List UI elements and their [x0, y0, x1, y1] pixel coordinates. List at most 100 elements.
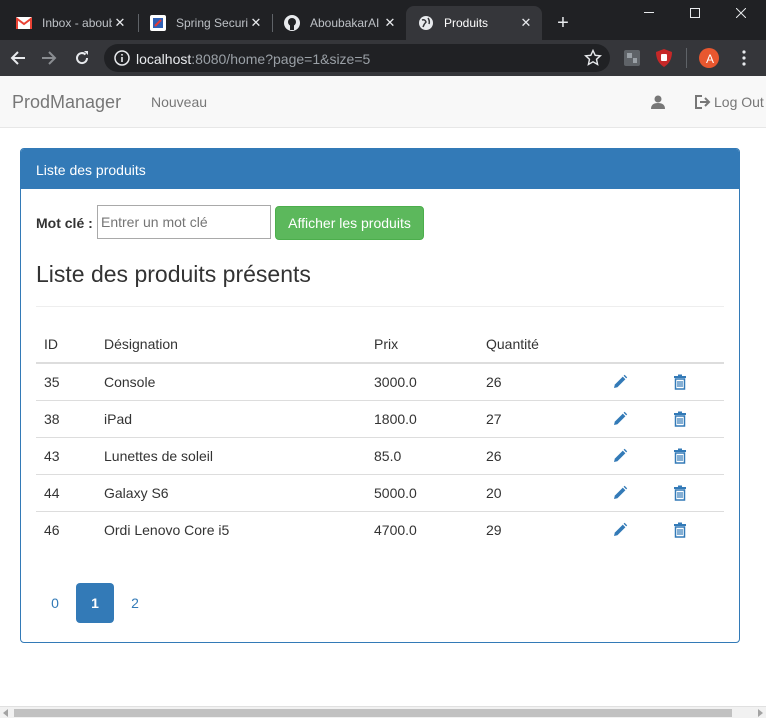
keyword-label: Mot clé : — [36, 215, 93, 231]
horizontal-scrollbar[interactable] — [0, 706, 766, 718]
browser-toolbar: localhost:8080/home?page=1&size=5 A — [0, 40, 766, 76]
edit-cell — [604, 437, 664, 475]
pencil-icon[interactable] — [612, 411, 628, 427]
delete-cell — [664, 437, 724, 475]
cell-prix: 4700.0 — [374, 521, 417, 538]
gmail-icon — [16, 15, 32, 31]
browser-menu-button[interactable] — [734, 48, 754, 68]
nav-link-nouveau[interactable]: Nouveau — [151, 94, 207, 110]
browser-tab-github[interactable]: AboubakarAI ✕ — [272, 6, 406, 40]
browser-tab-title: AboubakarAI — [310, 16, 380, 30]
window-close-button[interactable] — [718, 0, 764, 26]
cell-id: 38 — [36, 400, 96, 438]
minimize-button[interactable] — [626, 0, 672, 26]
cell-quantite: 26 — [478, 363, 604, 401]
more-vert-icon — [742, 50, 746, 66]
pagination: 0 1 2 — [36, 583, 156, 623]
cell-prix: 1800.0 — [366, 400, 478, 438]
trash-icon[interactable] — [672, 411, 688, 427]
trash-icon[interactable] — [672, 448, 688, 464]
cell-id: 43 — [36, 437, 96, 475]
header-prix: Prix — [366, 326, 478, 364]
github-icon — [284, 15, 300, 31]
address-bar[interactable]: localhost:8080/home?page=1&size=5 — [104, 44, 610, 72]
trash-icon[interactable] — [672, 374, 688, 391]
scroll-right-arrow-icon[interactable] — [758, 709, 763, 717]
pencil-icon[interactable] — [612, 522, 628, 538]
delete-cell — [664, 474, 724, 512]
products-panel: Liste des produits Mot clé : Afficher le… — [20, 148, 740, 643]
cell-prix: 3000.0 — [366, 363, 478, 401]
browser-tab-inbox[interactable]: Inbox - aboubakar ✕ — [4, 6, 136, 40]
app-navbar: ProdManager Nouveau Log Out — [0, 76, 766, 128]
cell-designation: Lunettes de soleil — [96, 437, 366, 475]
trash-icon[interactable] — [672, 522, 688, 539]
reload-button[interactable] — [70, 46, 94, 70]
info-icon[interactable] — [114, 50, 130, 66]
globe-icon — [418, 15, 434, 31]
page-link-2[interactable]: 2 — [116, 583, 154, 623]
scrollbar-thumb[interactable] — [14, 709, 732, 717]
delete-cell — [664, 363, 724, 401]
browser-tab-produits[interactable]: Produits ✕ — [406, 6, 542, 40]
table-header-row: ID Désignation Prix Quantité — [36, 326, 724, 364]
browser-tab-spring-security[interactable]: Spring Security ✕ — [138, 6, 272, 40]
cell-quantite: 29 — [486, 521, 502, 538]
close-icon[interactable]: ✕ — [248, 15, 264, 31]
pencil-icon[interactable] — [612, 448, 628, 464]
new-tab-button[interactable]: + — [552, 12, 574, 34]
reload-icon — [76, 51, 89, 65]
panel-heading: Liste des produits — [21, 149, 739, 189]
browser-tab-title: Inbox - aboubakar — [42, 16, 112, 30]
delete-cell — [664, 400, 724, 438]
extension-icon[interactable] — [622, 48, 642, 68]
spring-security-icon — [150, 15, 166, 31]
edit-cell — [604, 511, 664, 548]
close-icon[interactable]: ✕ — [382, 15, 398, 31]
page-link-1[interactable]: 1 — [76, 583, 114, 623]
cell-quantite: 20 — [478, 474, 604, 512]
close-icon[interactable]: ✕ — [112, 15, 128, 31]
divider — [36, 306, 724, 307]
browser-tabstrip: Inbox - aboubakar ✕ Spring Security ✕ Ab… — [0, 0, 766, 40]
pencil-icon[interactable] — [612, 374, 628, 390]
browser-tab-title: Spring Security — [176, 16, 248, 30]
table-row: 46 Ordi Lenovo Core i5 4700.0 29 — [36, 511, 724, 548]
maximize-button[interactable] — [672, 0, 718, 26]
back-button[interactable] — [6, 46, 30, 70]
cell-prix: 85.0 — [366, 437, 478, 475]
section-title: Liste des produits présents — [36, 261, 311, 287]
page-link-0[interactable]: 0 — [36, 583, 74, 623]
user-icon[interactable] — [650, 94, 666, 110]
profile-avatar[interactable]: A — [699, 48, 719, 68]
cell-quantite: 26 — [478, 437, 604, 475]
brand-link[interactable]: ProdManager — [12, 92, 121, 113]
close-icon[interactable]: ✕ — [518, 15, 534, 31]
cell-designation: iPad — [96, 400, 366, 438]
table-row: 43 Lunettes de soleil 85.0 26 — [36, 437, 724, 475]
table-row: 44 Galaxy S6 5000.0 20 — [36, 474, 724, 512]
logout-link[interactable]: Log Out — [695, 94, 764, 110]
arrow-left-icon — [10, 51, 25, 65]
browser-tab-title: Produits — [444, 16, 489, 30]
toolbar-divider — [686, 48, 688, 68]
scroll-left-arrow-icon[interactable] — [3, 709, 8, 717]
arrow-right-icon — [42, 51, 57, 65]
bookmark-star-icon[interactable] — [584, 49, 602, 67]
edit-cell — [604, 474, 664, 512]
profile-initial: A — [705, 52, 714, 66]
search-products-button[interactable]: Afficher les produits — [275, 206, 424, 240]
pencil-icon[interactable] — [612, 485, 628, 501]
logout-icon — [695, 95, 711, 109]
table-row: 38 iPad 1800.0 27 — [36, 400, 724, 438]
trash-icon[interactable] — [672, 485, 688, 501]
forward-button[interactable] — [37, 46, 61, 70]
cell-designation: Console — [96, 363, 366, 401]
cell-quantite: 27 — [478, 400, 604, 438]
keyword-input[interactable] — [97, 205, 271, 239]
cell-id: 44 — [36, 474, 96, 512]
ublock-icon[interactable] — [654, 48, 674, 68]
cell-id: 46 — [44, 521, 60, 538]
cell-designation: Ordi Lenovo Core i5 — [104, 521, 230, 538]
header-edit — [604, 326, 664, 364]
